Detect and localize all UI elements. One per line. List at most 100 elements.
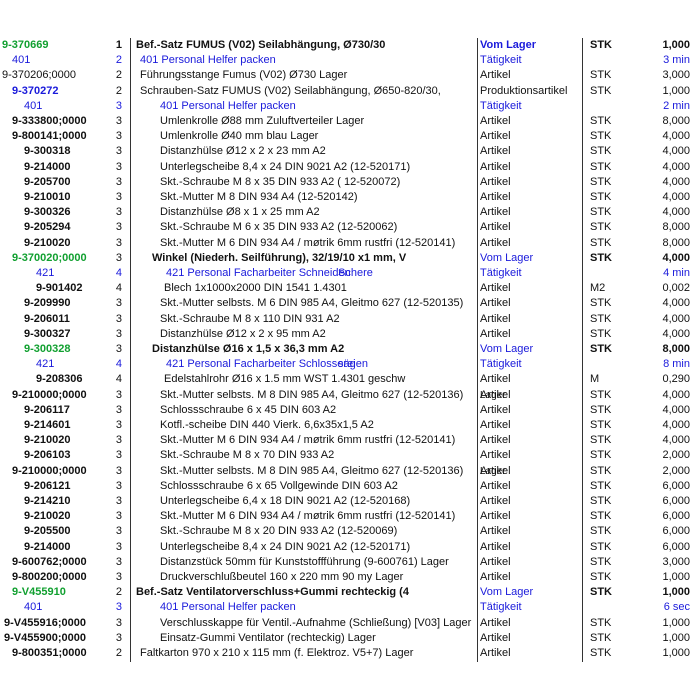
quantity: 1,000 xyxy=(662,39,690,51)
article-number: 401 xyxy=(12,54,31,67)
article-number: 9-206117 xyxy=(24,403,70,416)
bom-row[interactable]: 9-210010 3 Skt.-Mutter M 8 DIN 934 A4 (12-… xyxy=(0,190,700,205)
level: 2 xyxy=(115,84,122,97)
item-type: Artikel xyxy=(480,555,511,568)
bom-row[interactable]: 9-206121 3 Schlossschraube 6 x 65 Vollgewi… xyxy=(0,479,700,494)
description: Skt.-Mutter M 6 DIN 934 A4 / møtrik 6mm … xyxy=(160,236,456,249)
item-type: Artikel xyxy=(480,175,511,188)
description: Druckverschlußbeutel 160 x 220 mm 90 my … xyxy=(160,571,404,583)
bom-row[interactable]: 9-214210 3 Unterlegscheibe 6,4 x 18 DIN 90… xyxy=(0,494,700,509)
quantity: 0,002 xyxy=(662,282,690,295)
bom-row[interactable]: 9-901402 4 Blech 1x1000x2000 DIN 1541 1.43… xyxy=(0,281,700,296)
description: Distanzstück 50mm für Kunststoffführung … xyxy=(160,555,449,568)
article-number: 9-210000;0000 xyxy=(12,388,87,401)
bom-row[interactable]: 9-208306 4 Edelstahlrohr Ø16 x 1.5 mm WST … xyxy=(0,372,700,387)
unit: STK xyxy=(590,434,612,447)
item-type: Artikel xyxy=(480,130,511,143)
article-number: 401 xyxy=(24,601,43,614)
description: Distanzhülse Ø12 x 2 x 95 mm A2 xyxy=(160,327,326,340)
bom-row[interactable]: 9-214000 3 Unterlegscheibe 8,4 x 24 DIN 90… xyxy=(0,540,700,555)
article-number: 9-205500 xyxy=(24,525,71,538)
description: Verschlusskappe für Ventil.-Aufnahme (Sc… xyxy=(160,616,472,629)
description: Skt.-Mutter selbsts. M 8 DIN 985 A4, Gle… xyxy=(160,388,464,401)
quantity: 6 sec xyxy=(663,601,690,614)
quantity: 6,000 xyxy=(662,510,690,523)
bom-row[interactable]: 401 3 401 Personal Helfer packen Tätigkeit 6… xyxy=(0,600,700,615)
bom-row[interactable]: 9-800141;0000 3 Umlenkrolle Ø40 mm blau La… xyxy=(0,129,700,144)
article-number: 401 xyxy=(24,99,43,112)
unit: STK xyxy=(590,571,612,583)
bom-row[interactable]: 9-333800;0000 3 Umlenkrolle Ø88 mm Zuluftv… xyxy=(0,114,700,129)
level: 3 xyxy=(115,160,122,173)
bom-row[interactable]: 9-205500 3 Skt.-Schraube M 8 x 20 DIN 933 … xyxy=(0,524,700,539)
bom-row[interactable]: 421 4 421 Personal Facharbeiter Schlossere… xyxy=(0,357,700,372)
description: Führungsstange Fumus (V02) Ø730 Lager xyxy=(140,69,348,82)
quantity: 3,000 xyxy=(662,555,690,568)
bom-row[interactable]: 9-214000 3 Unterlegscheibe 8,4 x 24 DIN 90… xyxy=(0,160,700,175)
item-type: Artikel xyxy=(480,160,511,173)
bom-row[interactable]: 9-300326 3 Distanzhülse Ø8 x 1 x 25 mm A2 A… xyxy=(0,205,700,220)
bom-row[interactable]: 9-205700 3 Skt.-Schraube M 8 x 35 DIN 933 … xyxy=(0,175,700,190)
bom-row[interactable]: 9-210020 3 Skt.-Mutter M 6 DIN 934 A4 / mø… xyxy=(0,509,700,524)
level: 3 xyxy=(115,327,122,340)
article-number: 9-210020 xyxy=(24,434,71,447)
bom-row[interactable]: 9-300328 3 Distanzhülse Ø16 x 1,5 x 36,3 m… xyxy=(0,342,700,357)
quantity: 6,000 xyxy=(662,495,690,507)
description-overlay: Schere xyxy=(338,267,373,279)
description: Einsatz-Gummi Ventilator (rechteckig) La… xyxy=(160,631,376,644)
bom-row[interactable]: 9-600762;0000 3 Distanzstück 50mm für Kuns… xyxy=(0,555,700,570)
bom-row[interactable]: 9-300327 3 Distanzhülse Ø12 x 2 x 95 mm A2… xyxy=(0,327,700,342)
bom-row[interactable]: 421 4 421 Personal Facharbeiter Schneiden T… xyxy=(0,266,700,281)
level: 3 xyxy=(115,130,122,143)
bom-row[interactable]: 9-370669 1 Bef.-Satz FUMUS (V02) Seilabhän… xyxy=(0,38,700,53)
bom-row[interactable]: 9-370206;0000 2 Führungsstange Fumus (V02)… xyxy=(0,68,700,83)
item-type: Artikel xyxy=(480,69,511,82)
bom-row[interactable]: 9-214601 3 Kotfl.-scheibe DIN 440 Vierk. 6… xyxy=(0,418,700,433)
level: 3 xyxy=(115,388,122,401)
bom-row[interactable]: 9-206117 3 Schlossschraube 6 x 45 DIN 603 … xyxy=(0,403,700,418)
item-type: Artikel xyxy=(480,312,511,325)
unit: STK xyxy=(590,191,612,203)
bom-row[interactable]: 9-V455900;0000 3 Einsatz-Gummi Ventilator … xyxy=(0,631,700,646)
bom-row[interactable]: 9-V455916;0000 3 Verschlusskappe für Venti… xyxy=(0,616,700,631)
unit: STK xyxy=(590,327,612,340)
article-number: 9-208306 xyxy=(36,373,83,386)
bom-row[interactable]: 9-800200;0000 3 Druckverschlußbeutel 160 x… xyxy=(0,570,700,585)
item-type: Artikel xyxy=(480,616,511,629)
article-number: 421 xyxy=(36,267,55,279)
bom-row[interactable]: 9-210000;0000 3 Skt.-Mutter selbsts. M 8 D… xyxy=(0,388,700,403)
bom-row[interactable]: 9-206103 3 Skt.-Schraube M 8 x 70 DIN 933 … xyxy=(0,448,700,463)
quantity: 1,000 xyxy=(662,586,690,599)
bom-row[interactable]: 9-205294 3 Skt.-Schraube M 6 x 35 DIN 933 … xyxy=(0,220,700,235)
bom-row[interactable]: 9-210020 3 Skt.-Mutter M 6 DIN 934 A4 / mø… xyxy=(0,236,700,251)
unit: STK xyxy=(590,419,612,431)
level: 3 xyxy=(115,495,122,507)
bom-row[interactable]: 9-210020 3 Skt.-Mutter M 6 DIN 934 A4 / mø… xyxy=(0,433,700,448)
level: 2 xyxy=(115,586,122,599)
description: Blech 1x1000x2000 DIN 1541 1.4301 xyxy=(164,282,347,295)
unit: STK xyxy=(590,525,612,538)
quantity: 2,000 xyxy=(662,464,690,477)
unit xyxy=(590,99,630,114)
bom-row[interactable]: 9-206011 3 Skt.-Schraube M 8 x 110 DIN 931… xyxy=(0,312,700,327)
description: Skt.-Schraube M 8 x 20 DIN 933 A2 (12-52… xyxy=(160,525,398,538)
item-type: Tätigkeit xyxy=(480,267,522,279)
bom-row[interactable]: 9-370272 2 Schrauben-Satz FUMUS (V02) Seil… xyxy=(0,84,700,99)
level: 3 xyxy=(115,403,122,416)
bom-row[interactable]: 9-300318 3 Distanzhülse Ø12 x 2 x 23 mm A2… xyxy=(0,144,700,159)
bom-row[interactable]: 401 3 401 Personal Helfer packen Tätigkeit 2… xyxy=(0,99,700,114)
item-type: Artikel xyxy=(480,373,511,386)
bom-row[interactable]: 9-209990 3 Skt.-Mutter selbsts. M 6 DIN 98… xyxy=(0,296,700,311)
article-number: 9-800141;0000 xyxy=(12,130,87,143)
description: Umlenkrolle Ø88 mm Zuluftverteiler Lager xyxy=(160,115,365,127)
quantity: 4,000 xyxy=(662,175,690,188)
quantity: 4,000 xyxy=(662,403,690,416)
bom-row[interactable]: 9-V455910 2 Bef.-Satz Ventilatorverschluss… xyxy=(0,585,700,600)
description: Distanzhülse Ø12 x 2 x 23 mm A2 xyxy=(160,145,326,158)
bom-row[interactable]: 9-800351;0000 2 Faltkarton 970 x 210 x 115… xyxy=(0,646,700,661)
bom-row[interactable]: 9-370020;0000 3 Winkel (Niederh. Seilführu… xyxy=(0,251,700,266)
bom-row[interactable]: 401 2 401 Personal Helfer packen Tätigkeit 3… xyxy=(0,53,700,68)
description: Kotfl.-scheibe DIN 440 Vierk. 6,6x35x1,5… xyxy=(160,419,374,431)
item-type: Artikel xyxy=(480,115,511,127)
bom-row[interactable]: 9-210000;0000 3 Skt.-Mutter selbsts. M 8 D… xyxy=(0,464,700,479)
